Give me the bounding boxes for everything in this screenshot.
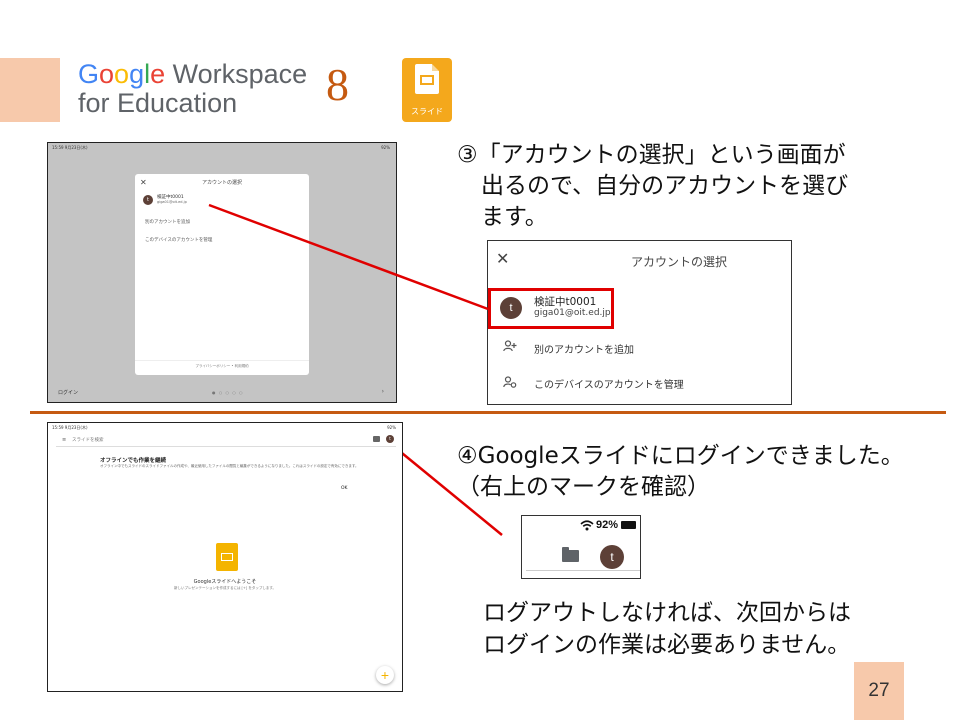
status-battery: 92% — [381, 145, 390, 150]
logo-line1: Google Workspace — [78, 60, 307, 89]
search-input[interactable]: スライドを検索 — [72, 437, 104, 443]
slides-app-icon: スライド — [402, 58, 452, 122]
create-button[interactable]: + — [376, 666, 394, 684]
manage-accounts-item[interactable]: このデバイスのアカウントを管理 — [534, 376, 684, 391]
page-indicator: ● ○ ○ ○ ○ — [212, 390, 244, 395]
manage-accounts-icon — [503, 376, 517, 391]
battery-icon — [621, 521, 636, 529]
account-highlight-box — [488, 288, 614, 329]
menu-icon[interactable]: ≡ — [62, 437, 66, 443]
wifi-icon — [580, 520, 594, 534]
page-number: 27 — [854, 662, 904, 720]
logo-line2: for Education — [78, 88, 238, 118]
step4-line2: （右上のマークを確認） — [457, 474, 710, 500]
chevron-right-icon[interactable]: › — [382, 388, 384, 395]
slides-logo-icon — [216, 543, 238, 571]
section-divider — [30, 411, 946, 414]
avatar[interactable]: t — [600, 545, 624, 569]
google-wordmark: Google — [78, 59, 166, 89]
dialog-title: アカウントの選択 — [201, 180, 242, 186]
person-add-icon — [503, 340, 517, 355]
ok-button[interactable]: OK — [341, 486, 348, 491]
step4-instructions: ④Googleスライドにログインできました。 （右上のマークを確認） — [457, 441, 957, 503]
account-email: giga01@oit.ed.jp — [157, 200, 187, 204]
slides-home-screenshot: 15:59 9月23日(木) 92% ≡ スライドを検索 t オフラインでも作業… — [47, 422, 403, 692]
search-bar[interactable]: ≡ スライドを検索 t — [56, 435, 396, 447]
offline-banner-text: オフライン中でもスライドのスライドファイルの作成や、最近使用したファイルの閲覧と… — [100, 464, 359, 468]
dialog-title: アカウントの選択 — [631, 255, 728, 269]
account-chooser-zoom: ✕ アカウントの選択 t 検証中t0001 giga01@oit.ed.jp 別… — [487, 240, 792, 405]
account-dialog: ✕ アカウントの選択 t 検証中t0001 giga01@oit.ed.jp 別… — [135, 174, 309, 375]
dialog-footer: プライバシーポリシー • 利用規約 — [195, 364, 249, 368]
status-time: 15:59 9月23日(木) — [52, 145, 88, 150]
step-number: 8 — [326, 59, 349, 110]
status-battery: 92% — [387, 425, 396, 430]
slides-doc-icon — [415, 64, 439, 94]
account-chooser-screenshot: 15:59 9月23日(木) 92% ✕ アカウントの選択 t 検証中t0001… — [47, 142, 397, 403]
close-icon[interactable]: ✕ — [496, 249, 509, 268]
folder-icon[interactable] — [562, 550, 579, 562]
welcome-subtitle: 新しいプレゼンテーションを作成するには [+] をタップします。 — [174, 586, 276, 590]
status-time: 15:59 9月23日(木) — [52, 425, 88, 430]
step3-line1: ③「アカウントの選択」という画面が — [457, 142, 846, 168]
step3-instructions: ③「アカウントの選択」という画面が 出るので、自分のアカウントを選び ます。 — [457, 140, 937, 233]
offline-banner-title: オフラインでも作業を継続 — [100, 458, 167, 464]
battery-percentage: 92% — [596, 519, 619, 531]
manage-accounts-item[interactable]: このデバイスのアカウントを管理 — [145, 237, 212, 243]
step3-line2: 出るので、自分のアカウントを選び — [481, 173, 849, 199]
avatar[interactable]: t — [143, 195, 153, 205]
add-account-item[interactable]: 別のアカウントを追加 — [534, 341, 634, 356]
logout-note: ログアウトしなければ、次回からは ログインの作業は必要ありません。 — [483, 597, 851, 661]
logo-workspace: Workspace — [165, 59, 308, 89]
avatar[interactable]: t — [386, 435, 394, 443]
add-account-item[interactable]: 別のアカウントを追加 — [145, 219, 190, 225]
note-line2: ログインの作業は必要ありません。 — [483, 632, 851, 658]
login-button[interactable]: ログイン — [58, 389, 78, 396]
decorative-block — [0, 58, 60, 122]
step4-line1: ④Googleスライドにログインできました。 — [457, 443, 904, 469]
slides-app-label: スライド — [411, 107, 443, 116]
step3-line3: ます。 — [481, 204, 548, 230]
note-line1: ログアウトしなければ、次回からは — [483, 600, 851, 626]
toolbar-zoom: 92% t — [521, 515, 641, 579]
welcome-title: Googleスライドへようこそ — [193, 579, 257, 585]
google-workspace-logo: Google Workspace for Education — [78, 60, 307, 118]
folder-icon[interactable] — [373, 436, 380, 442]
